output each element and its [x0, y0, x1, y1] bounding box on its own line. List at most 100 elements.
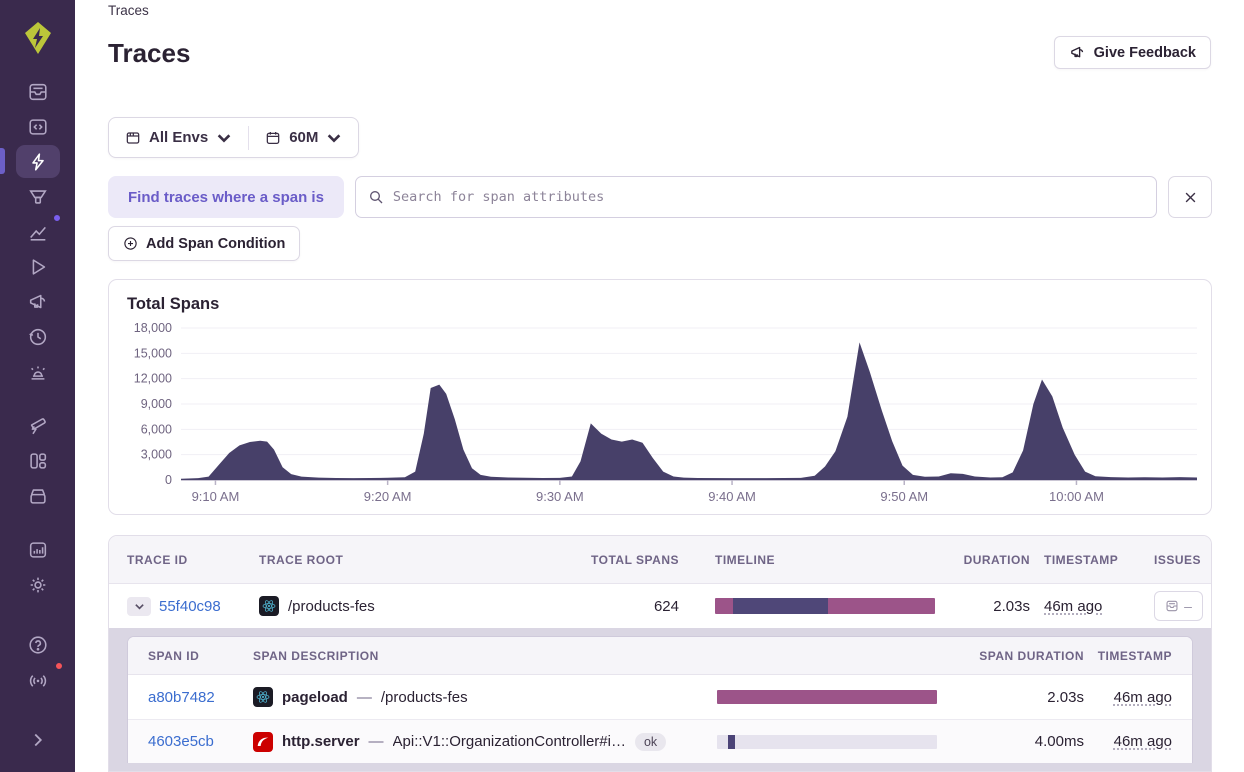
sidebar-bottom: [16, 627, 60, 772]
trace-spans-section: Span ID Span Description Span Duration T…: [109, 628, 1211, 772]
sidebar-item-performance[interactable]: [16, 215, 60, 248]
trace-row: 55f40c98 /products-fes 624 2.03s 46m ago…: [109, 584, 1211, 628]
svg-text:0: 0: [165, 473, 172, 487]
span-search-row: Find traces where a span is: [108, 176, 1212, 218]
total-spans-value: 624: [579, 598, 715, 615]
add-span-condition-button[interactable]: Add Span Condition: [108, 226, 300, 261]
org-logo[interactable]: [18, 18, 58, 58]
give-feedback-button[interactable]: Give Feedback: [1054, 36, 1211, 69]
sidebar-item-stats[interactable]: [16, 533, 60, 566]
span-timestamp[interactable]: 46m ago: [1114, 689, 1172, 706]
traces-table-header: Trace ID Trace Root Total Spans Timeline…: [109, 536, 1211, 584]
svg-text:9:40 AM: 9:40 AM: [708, 489, 756, 504]
rails-platform-icon: [253, 732, 273, 752]
span-id-link[interactable]: a80b7482: [148, 689, 215, 706]
svg-text:15,000: 15,000: [134, 346, 172, 360]
span-timestamp[interactable]: 46m ago: [1114, 733, 1172, 750]
environment-filter-value: All Envs: [149, 129, 208, 146]
whats-new-badge-dot: [54, 661, 64, 671]
col-total-spans: Total Spans: [579, 553, 715, 567]
total-spans-chart-card: Total Spans 03,0006,0009,00012,00015,000…: [108, 279, 1212, 515]
trace-timestamp[interactable]: 46m ago: [1044, 598, 1102, 615]
svg-text:3,000: 3,000: [141, 448, 172, 462]
megaphone-icon: [1069, 44, 1086, 61]
col-timestamp: Timestamp: [1030, 553, 1154, 567]
breadcrumb[interactable]: Traces: [108, 3, 149, 18]
collapse-trace-button[interactable]: [127, 597, 151, 616]
sidebar-item-discover[interactable]: [16, 409, 60, 442]
sidebar-collapse-button[interactable]: [16, 723, 60, 756]
add-span-condition-label: Add Span Condition: [146, 236, 285, 252]
sidebar-item-help[interactable]: [16, 628, 60, 661]
span-duration: 4.00ms: [937, 733, 1084, 750]
issues-empty-dash: –: [1184, 598, 1192, 614]
react-platform-icon: [253, 687, 273, 707]
svg-text:6,000: 6,000: [141, 422, 172, 436]
col-span-id: Span ID: [148, 649, 253, 663]
col-span-timestamp: Timestamp: [1084, 649, 1172, 663]
chevron-down-icon: [216, 130, 232, 146]
col-span-description: Span Description: [253, 649, 717, 663]
svg-text:9:20 AM: 9:20 AM: [364, 489, 412, 504]
sidebar-nav: [0, 74, 75, 772]
col-issues: Issues: [1154, 553, 1201, 567]
main-content: Traces Traces Give Feedback All Envs 60M…: [75, 0, 1244, 772]
col-duration: Duration: [935, 553, 1030, 567]
sidebar-item-queries[interactable]: [16, 180, 60, 213]
span-search-input[interactable]: [393, 189, 1144, 205]
chart-title: Total Spans: [127, 295, 219, 314]
sidebar: [0, 0, 75, 772]
span-description: /products-fes: [381, 689, 468, 706]
separator-dash: —: [369, 733, 384, 750]
span-id-link[interactable]: 4603e5cb: [148, 733, 214, 750]
svg-text:18,000: 18,000: [134, 321, 172, 335]
active-nav-indicator: [0, 148, 5, 174]
sidebar-item-settings[interactable]: [16, 568, 60, 601]
total-spans-area-chart[interactable]: 03,0006,0009,00012,00015,00018,0009:10 A…: [119, 320, 1203, 506]
col-trace-root: Trace Root: [259, 553, 579, 567]
trace-id-link[interactable]: 55f40c98: [159, 598, 221, 615]
time-range-filter-value: 60M: [289, 129, 318, 146]
performance-badge-dot: [52, 213, 62, 223]
sidebar-item-replays[interactable]: [16, 250, 60, 283]
span-row: 4603e5cb http.server — Api::V1::Organiza…: [128, 719, 1192, 763]
spans-table: Span ID Span Description Span Duration T…: [127, 636, 1193, 763]
chevron-down-icon: [134, 601, 145, 612]
react-platform-icon: [259, 596, 279, 616]
traces-table: Trace ID Trace Root Total Spans Timeline…: [108, 535, 1212, 772]
trace-timeline-bar[interactable]: [715, 598, 935, 614]
span-duration-bar[interactable]: [717, 690, 937, 704]
col-trace-id: Trace ID: [127, 553, 259, 567]
time-range-filter[interactable]: 60M: [249, 118, 358, 157]
svg-text:9:30 AM: 9:30 AM: [536, 489, 584, 504]
trace-issues-badge[interactable]: –: [1154, 591, 1203, 621]
span-status-badge: ok: [635, 733, 666, 751]
sidebar-item-whats-new[interactable]: [16, 663, 60, 696]
svg-text:9:10 AM: 9:10 AM: [192, 489, 240, 504]
environment-filter[interactable]: All Envs: [109, 118, 248, 157]
plus-circle-icon: [123, 236, 138, 251]
give-feedback-label: Give Feedback: [1094, 45, 1196, 61]
search-icon: [368, 189, 384, 205]
svg-text:10:00 AM: 10:00 AM: [1049, 489, 1104, 504]
sidebar-item-releases[interactable]: [16, 320, 60, 353]
sidebar-item-issues[interactable]: [16, 75, 60, 108]
sidebar-item-dashboards[interactable]: [16, 444, 60, 477]
spans-table-header: Span ID Span Description Span Duration T…: [128, 637, 1192, 675]
sidebar-item-archive[interactable]: [16, 479, 60, 512]
span-duration-bar[interactable]: [717, 735, 937, 749]
span-op: http.server: [282, 733, 360, 750]
sidebar-item-projects[interactable]: [16, 110, 60, 143]
span-search-box[interactable]: [355, 176, 1157, 218]
page-title: Traces: [108, 38, 190, 69]
sidebar-item-traces[interactable]: [16, 145, 60, 178]
trace-root-name[interactable]: /products-fes: [288, 598, 375, 615]
chevron-down-icon: [326, 130, 342, 146]
issues-icon: [1165, 599, 1179, 613]
clear-search-button[interactable]: [1168, 176, 1212, 218]
sidebar-item-alerts[interactable]: [16, 355, 60, 388]
svg-text:12,000: 12,000: [134, 372, 172, 386]
window-icon: [125, 130, 141, 146]
span-row: a80b7482 pageload — /products-fes 2.03s …: [128, 675, 1192, 719]
sidebar-item-feedback[interactable]: [16, 285, 60, 318]
